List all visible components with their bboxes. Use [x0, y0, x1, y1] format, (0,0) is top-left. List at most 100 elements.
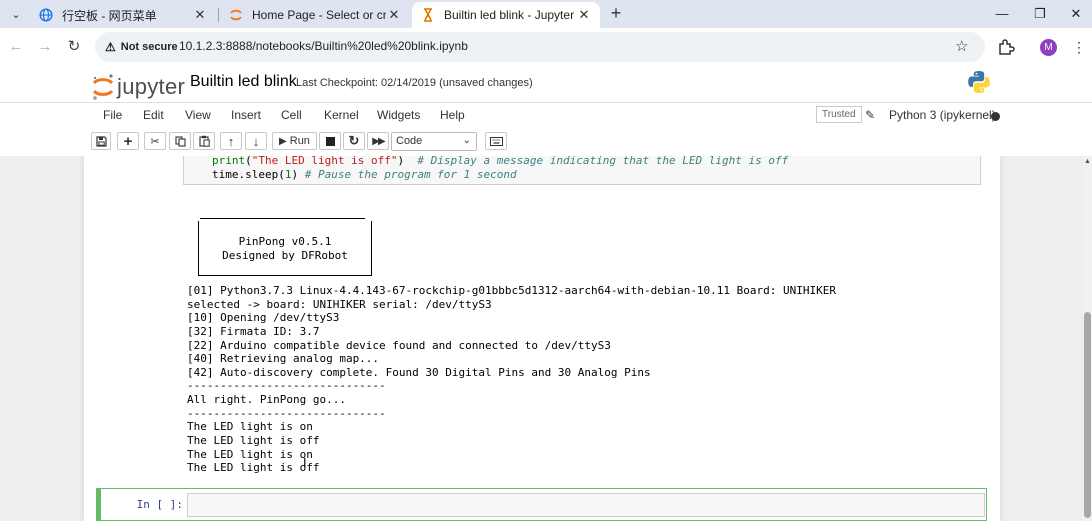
site-security-chip[interactable]: ⚠ Not secure	[101, 37, 186, 57]
play-icon: ▶	[279, 135, 287, 147]
banner-border	[200, 218, 365, 219]
copy-pages-icon	[174, 135, 186, 147]
close-tab-icon[interactable]: ✕	[386, 7, 402, 23]
browser-tab-2[interactable]: Home Page - Select or create a ✕	[220, 2, 410, 28]
trusted-indicator[interactable]: Trusted	[816, 106, 862, 123]
bookmark-star-icon[interactable]: ☆	[955, 37, 968, 55]
notebook-name[interactable]: Builtin led blink	[190, 73, 297, 91]
output-line: selected -> board: UNIHIKER serial: /dev…	[187, 297, 492, 311]
forward-arrow-icon[interactable]: →	[35, 37, 55, 57]
cut-scissors-icon[interactable]: ✂	[144, 132, 166, 150]
menu-insert[interactable]: Insert	[231, 108, 261, 122]
banner-credit: Designed by DFRobot	[222, 249, 348, 262]
restart-run-all-fast-forward-icon[interactable]: ▶▶	[367, 132, 389, 150]
tab-title: Home Page - Select or create a	[252, 8, 386, 22]
menu-widgets[interactable]: Widgets	[377, 108, 420, 122]
scrollbar-thumb[interactable]	[1084, 312, 1091, 518]
menu-kernel[interactable]: Kernel	[324, 108, 359, 122]
extensions-puzzle-icon[interactable]	[997, 38, 1015, 56]
new-tab-button[interactable]: +	[606, 4, 626, 24]
notebook-toolbar: + ✂ ↑ ↓ ▶ Run ↻ ▶▶ Code ⌄	[91, 132, 1005, 154]
menu-edit[interactable]: Edit	[143, 108, 164, 122]
cell-input-editor[interactable]	[187, 493, 985, 517]
jupyter-header: jupyter Builtin led blink Last Checkpoin…	[0, 66, 1092, 156]
move-up-arrow-icon[interactable]: ↑	[220, 132, 242, 150]
reload-icon[interactable]: ↻	[64, 37, 84, 57]
close-tab-icon[interactable]: ✕	[192, 7, 208, 23]
output-line: The LED light is off	[187, 461, 320, 475]
jupyter-logo[interactable]: jupyter	[91, 70, 185, 104]
kernel-busy-indicator	[991, 112, 1000, 121]
banner-border	[199, 275, 371, 276]
run-button[interactable]: ▶ Run	[272, 132, 317, 150]
jupyter-icon	[228, 7, 244, 23]
tab-title: Builtin led blink - Jupyter Notel	[444, 8, 576, 22]
notebook-scroll-area[interactable]: print("The LED light is off") # Display …	[0, 156, 1083, 521]
close-window-button[interactable]: ✕	[1064, 4, 1088, 24]
notebook-container: print("The LED light is off") # Display …	[84, 156, 1000, 521]
tab-title: 行空板 - 网页菜单	[62, 8, 157, 23]
browser-tab-strip: ⌄ 行空板 - 网页菜单 ✕ Home Page - Select or cre…	[0, 0, 1092, 28]
output-line: The LED light is on	[187, 420, 313, 434]
output-line: [10] Opening /dev/ttyS3	[187, 311, 340, 325]
scroll-up-arrow-icon[interactable]: ▲	[1084, 158, 1091, 165]
cell-type-value: Code	[396, 135, 423, 147]
copy-icon[interactable]	[169, 132, 191, 150]
menu-file[interactable]: File	[103, 108, 122, 122]
minimize-window-button[interactable]: —	[990, 4, 1014, 24]
code-line: print("The LED light is off") # Display …	[212, 156, 789, 167]
code-cell-editor[interactable]: print("The LED light is off") # Display …	[183, 156, 981, 185]
profile-avatar[interactable]: M	[1040, 39, 1057, 56]
browser-tab-1[interactable]: 行空板 - 网页菜单 ✕	[30, 2, 216, 28]
select-caret-icon: ⌄	[462, 135, 471, 146]
output-line: [22] Arduino compatible device found and…	[187, 338, 611, 352]
menu-cell[interactable]: Cell	[281, 108, 302, 122]
tab-search-chevron-icon[interactable]: ⌄	[6, 4, 26, 24]
menu-help[interactable]: Help	[440, 108, 465, 122]
browser-tab-3-active[interactable]: Builtin led blink - Jupyter Notel ✕	[412, 2, 600, 28]
notebook-menubar: File Edit View Insert Cell Kernel Widget…	[91, 105, 1005, 127]
output-line: ------------------------------	[187, 379, 386, 393]
output-line: ------------------------------	[187, 406, 386, 420]
stop-square-icon	[325, 136, 335, 146]
selected-input-cell[interactable]: In [ ]:	[96, 488, 987, 521]
output-line: The LED light is on	[187, 447, 313, 461]
run-label: Run	[289, 135, 310, 147]
insert-cell-plus-icon[interactable]: +	[117, 132, 139, 150]
code-line: time.sleep(1) # Pause the program for 1 …	[212, 168, 517, 181]
address-bar[interactable]: ⚠ Not secure 10.1.2.3:8888/notebooks/Bui…	[95, 32, 985, 62]
menu-view[interactable]: View	[185, 108, 211, 122]
output-line: [01] Python3.7.3 Linux-4.4.143-67-rockch…	[187, 284, 837, 297]
output-line: All right. PinPong go...	[187, 393, 346, 407]
browser-menu-kebab-icon[interactable]: ⋮	[1072, 38, 1086, 58]
paste-clipboard-icon[interactable]	[193, 132, 215, 150]
url-text[interactable]: 10.1.2.3:8888/notebooks/Builtin%20led%20…	[179, 39, 468, 53]
warning-triangle-icon: ⚠	[105, 40, 116, 54]
output-line: The LED light is off	[187, 434, 320, 448]
output-line: [40] Retrieving analog map...	[187, 352, 380, 366]
back-arrow-icon[interactable]: ←	[6, 37, 26, 57]
save-button[interactable]	[91, 132, 111, 150]
jupyter-logo-icon	[92, 74, 114, 100]
command-palette-keyboard-icon[interactable]	[485, 132, 507, 150]
output-log: [01] Python3.7.3 Linux-4.4.143-67-rockch…	[187, 284, 836, 475]
close-tab-icon[interactable]: ✕	[576, 7, 592, 23]
floppy-disk-icon	[95, 135, 107, 147]
python-logo-icon	[968, 71, 990, 93]
restore-window-button[interactable]: ❐	[1028, 4, 1052, 24]
checkpoint-status: Last Checkpoint: 02/14/2019 (unsaved cha…	[296, 77, 533, 89]
output-line: [42] Auto-discovery complete. Found 30 D…	[187, 365, 651, 379]
move-down-arrow-icon[interactable]: ↓	[245, 132, 267, 150]
tab-separator	[218, 8, 219, 22]
cell-type-select[interactable]: Code ⌄	[391, 132, 477, 151]
restart-kernel-icon[interactable]: ↻	[343, 132, 365, 150]
clipboard-icon	[198, 135, 210, 147]
browser-toolbar: ← → ↻ ⚠ Not secure 10.1.2.3:8888/noteboo…	[0, 28, 1092, 66]
globe-icon	[38, 7, 54, 23]
stop-button[interactable]	[319, 132, 341, 150]
page-scrollbar[interactable]: ▲	[1083, 156, 1092, 521]
edit-pencil-icon[interactable]: ✎	[865, 108, 875, 122]
kernel-name[interactable]: Python 3 (ipykernel)	[889, 108, 996, 122]
text-ibeam-cursor-icon: I	[303, 455, 307, 470]
hourglass-icon	[420, 7, 436, 23]
